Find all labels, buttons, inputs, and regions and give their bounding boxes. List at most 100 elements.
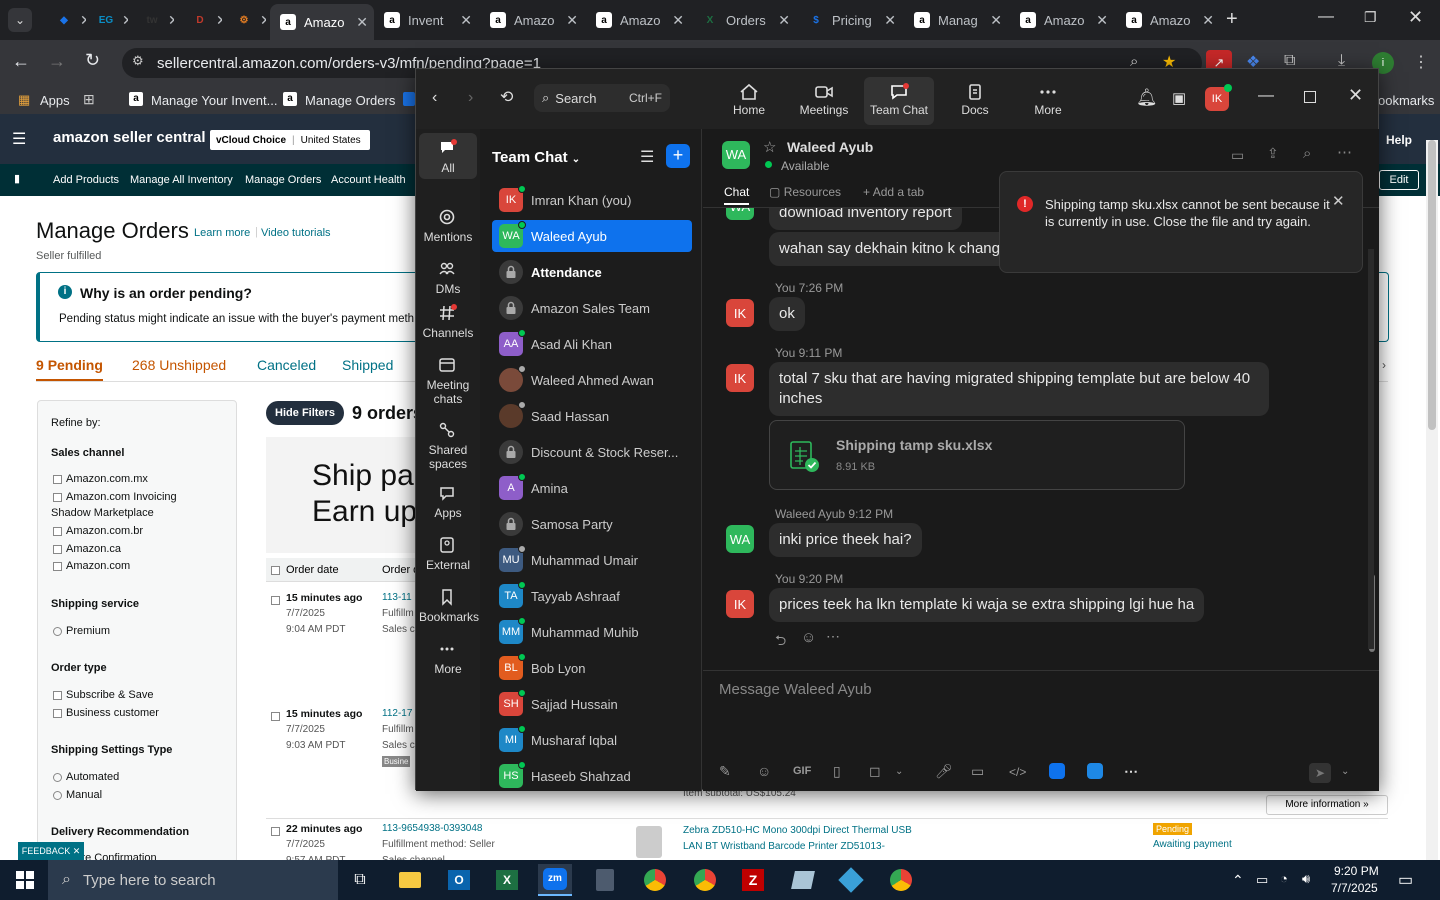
forward-icon[interactable]: → xyxy=(48,51,66,72)
send-button[interactable]: ➤ xyxy=(1309,763,1331,783)
chrome-icon[interactable] xyxy=(638,864,672,896)
nav-home[interactable]: Home xyxy=(714,77,784,125)
bookmark-nav-icon[interactable]: ▮ xyxy=(14,172,20,185)
order-checkbox[interactable] xyxy=(271,825,280,839)
emoji-reaction-icon[interactable]: ☺ xyxy=(801,629,816,646)
filter-icon[interactable]: ☰ xyxy=(640,147,654,167)
chat-list-item[interactable]: WA Waleed Ayub xyxy=(492,220,692,252)
help-link[interactable]: Help xyxy=(1386,133,1412,147)
feedback-tab[interactable]: FEEDBACK ✕ xyxy=(18,842,84,860)
app-icon[interactable] xyxy=(1049,763,1065,779)
app-icon[interactable] xyxy=(834,864,868,896)
nav-manage-orders[interactable]: Manage Orders xyxy=(245,174,321,186)
tab-resources[interactable]: ▢ Resources xyxy=(769,185,841,199)
filezilla-icon[interactable]: Z xyxy=(736,864,770,896)
order-id-link[interactable]: 112-17 xyxy=(382,708,412,719)
notifications-icon[interactable]: ▭ xyxy=(1398,870,1413,890)
nav-account-health[interactable]: Account Health xyxy=(331,174,406,186)
filter-channel-br[interactable]: Amazon.com.br xyxy=(53,525,143,537)
back-icon[interactable]: ← xyxy=(12,51,30,72)
close-tab-icon[interactable]: ✕ xyxy=(884,12,902,29)
browser-menu-icon[interactable]: ⋮ xyxy=(1413,52,1429,72)
browser-tab[interactable]: a Amazo ✕ xyxy=(1116,6,1220,34)
rail-all[interactable]: All xyxy=(419,133,477,179)
bookmark-manage-orders[interactable]: Manage Orders xyxy=(305,93,395,108)
chat-more-icon[interactable]: ⋯ xyxy=(1337,143,1352,161)
col-order-details[interactable]: Order d xyxy=(382,564,419,576)
checkbox[interactable] xyxy=(53,526,62,536)
marketplace-switcher[interactable]: vCloud Choice | United States xyxy=(210,130,370,150)
format-icon[interactable]: ✎ xyxy=(719,763,731,780)
radio[interactable] xyxy=(53,626,62,636)
rail-external[interactable]: External xyxy=(419,530,477,576)
close-tab-icon[interactable]: ✕ xyxy=(672,12,690,29)
checkbox[interactable] xyxy=(53,561,62,571)
checkbox[interactable] xyxy=(53,544,62,554)
taskbar-search-box[interactable]: ⌕ Type here to search xyxy=(48,860,338,900)
network-icon[interactable]: ▭ xyxy=(1256,872,1268,888)
message-bubble[interactable]: wahan say dekhain kitno k change xyxy=(769,232,1019,266)
minimize-window-button[interactable]: — xyxy=(1318,8,1334,26)
chat-list-item[interactable]: MM Muhammad Muhib xyxy=(492,616,692,648)
close-tab-icon[interactable]: ✕ xyxy=(1096,12,1114,29)
rail-dms[interactable]: DMs xyxy=(419,254,477,300)
file-explorer-icon[interactable] xyxy=(393,864,427,896)
chat-list-item[interactable]: AA Asad Ali Khan xyxy=(492,328,692,360)
nav-more[interactable]: More xyxy=(1013,77,1083,125)
rail-shared-spaces[interactable]: Shared spaces xyxy=(419,415,477,473)
checkbox[interactable] xyxy=(53,708,62,718)
close-tab-icon[interactable]: ✕ xyxy=(1202,12,1220,29)
wifi-icon[interactable]: ◔ xyxy=(1280,871,1288,886)
sender-avatar[interactable]: WA xyxy=(726,525,754,553)
zoom-maximize-button[interactable] xyxy=(1304,91,1316,103)
browser-tab[interactable]: a Invent ✕ xyxy=(374,6,478,34)
close-tab-icon[interactable]: ✕ xyxy=(460,12,478,29)
close-icon[interactable]: ✕ xyxy=(1332,192,1345,210)
contact-avatar[interactable]: WA xyxy=(722,141,750,169)
chat-list-item[interactable]: SH Sajjad Hussain xyxy=(492,688,692,720)
chat-list-scrollbar[interactable] xyxy=(1368,249,1374,649)
star-icon[interactable]: ☆ xyxy=(763,138,776,156)
browser-tab[interactable]: ⚙ ✕ xyxy=(226,6,266,34)
radio[interactable] xyxy=(53,790,62,800)
tab-search-button[interactable]: ⌄ xyxy=(8,8,32,32)
scrollbar-thumb[interactable] xyxy=(1428,140,1436,430)
share-screen-icon[interactable]: ⇪ xyxy=(1267,145,1279,162)
rail-mentions[interactable]: Mentions xyxy=(419,202,477,248)
apps-grid-icon[interactable]: ▦ xyxy=(18,92,30,108)
bookmark-manage-inventory[interactable]: Manage Your Invent... xyxy=(151,93,277,108)
filter-channel-mx[interactable]: Amazon.com.mx xyxy=(53,473,148,485)
show-hidden-icons[interactable]: ⌃ xyxy=(1232,872,1244,889)
message-bubble[interactable]: prices teek ha lkn template ki waja se e… xyxy=(769,588,1205,622)
forward-arrow-icon[interactable]: › xyxy=(468,89,473,107)
chat-list-item[interactable]: Samosa Party xyxy=(492,508,692,540)
new-tab-button[interactable]: + xyxy=(1226,8,1246,32)
excel-icon[interactable]: X xyxy=(490,864,524,896)
chat-search-icon[interactable]: ⌕ xyxy=(1303,145,1311,162)
team-chat-title[interactable]: Team Chat ⌄ xyxy=(492,149,580,166)
new-chat-button[interactable]: + xyxy=(666,144,690,168)
zoom-app-icon[interactable]: zm xyxy=(538,864,572,896)
sender-avatar[interactable]: IK xyxy=(726,364,754,392)
hide-filters-button[interactable]: Hide Filters xyxy=(266,401,344,425)
more-info-button[interactable]: More information » xyxy=(1266,795,1388,815)
send-options-icon[interactable]: ⌄ xyxy=(1341,766,1349,777)
chat-list-item[interactable]: Attendance xyxy=(492,256,692,288)
rail-apps[interactable]: Apps xyxy=(419,478,477,524)
browser-tab[interactable]: tw ✕ xyxy=(134,6,174,34)
video-call-icon[interactable]: ▭ xyxy=(1231,147,1244,164)
nav-docs[interactable]: Docs xyxy=(940,77,1010,125)
filter-business-customer[interactable]: Business customer xyxy=(53,707,159,719)
close-tab-icon[interactable]: ✕ xyxy=(778,12,796,29)
close-tab-icon[interactable]: ✕ xyxy=(80,12,86,29)
tab-unshipped[interactable]: 268 Unshipped xyxy=(132,357,226,373)
contact-name[interactable]: Waleed Ayub xyxy=(787,139,873,155)
message-bubble[interactable]: download inventory report xyxy=(769,208,962,230)
volume-icon[interactable]: 🔊︎ xyxy=(1302,871,1310,887)
tab-canceled[interactable]: Canceled xyxy=(257,357,316,373)
emoji-icon[interactable]: ☺ xyxy=(757,763,771,779)
browser-tab[interactable]: $ Pricing ✕ xyxy=(798,6,902,34)
video-message-icon[interactable]: ▭ xyxy=(971,763,984,780)
rail-bookmarks[interactable]: Bookmarks xyxy=(419,582,479,628)
code-snippet-icon[interactable]: </> xyxy=(1009,765,1026,779)
